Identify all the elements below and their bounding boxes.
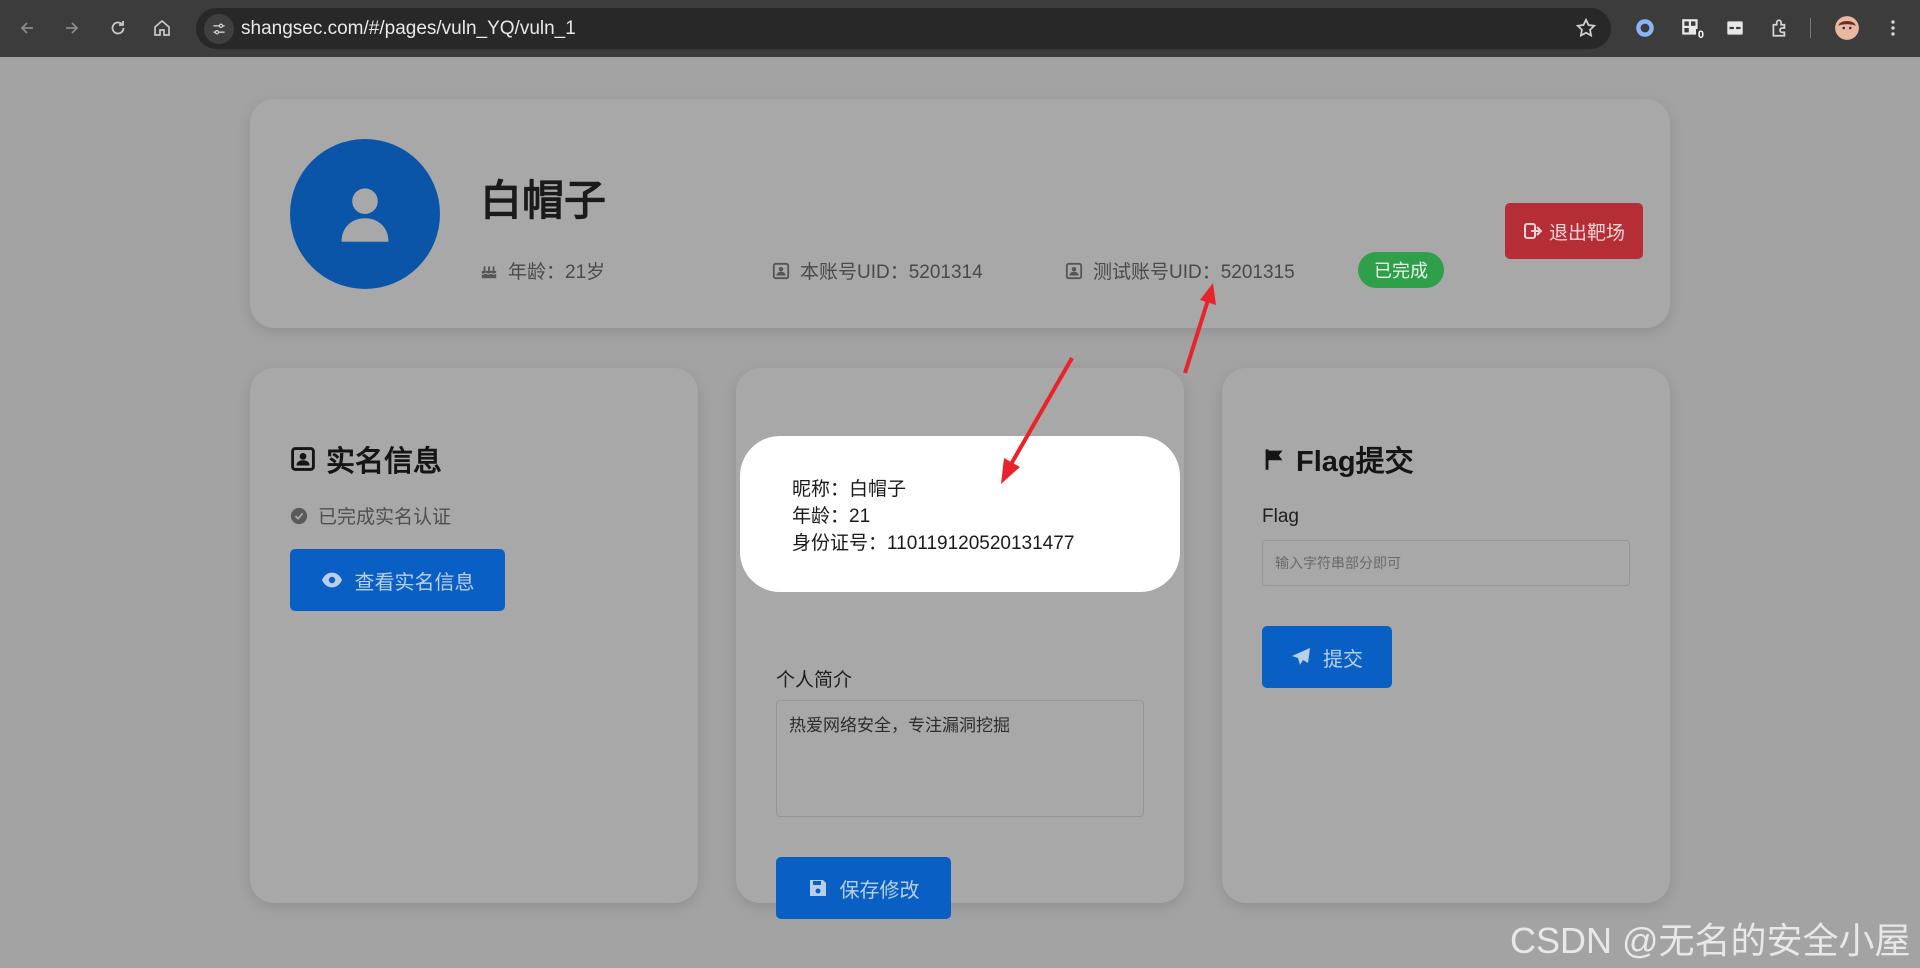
realname-title: 实名信息 <box>290 438 442 480</box>
back-icon[interactable] <box>12 13 42 43</box>
user-icon <box>341 188 389 242</box>
avatar <box>290 139 440 289</box>
extensions-puzzle-icon[interactable] <box>1765 13 1795 43</box>
profile-avatar-icon[interactable] <box>1832 13 1862 43</box>
toolbar-divider <box>1810 18 1811 38</box>
verified-status: 已完成实名认证 <box>290 502 451 529</box>
profile-name: 白帽子 <box>480 177 607 224</box>
profile-card: 白帽子 年龄：21岁 本账号UID：5201314 测试账号UID：520131… <box>250 99 1670 328</box>
bio-label: 个人简介 <box>776 670 853 691</box>
save-button[interactable]: 保存修改 <box>776 857 951 919</box>
check-circle-icon <box>290 507 308 524</box>
extension-qr-icon[interactable]: 0 <box>1676 13 1706 43</box>
exit-button[interactable]: 退出靶场 <box>1505 203 1643 259</box>
address-card-icon <box>291 447 315 471</box>
identity-popup: 昵称：白帽子 年龄：21 身份证号：110119120520131477 <box>740 436 1180 592</box>
verified-text: 已完成实名认证 <box>318 507 452 528</box>
view-realname-button[interactable]: 查看实名信息 <box>290 549 505 611</box>
address-bar[interactable]: shangsec.com/#/pages/vuln_YQ/vuln_1 <box>196 8 1611 49</box>
save-button-label: 保存修改 <box>839 879 920 902</box>
submit-button-label: 提交 <box>1323 648 1363 671</box>
extension-circle-icon[interactable] <box>1630 13 1660 43</box>
sign-out-icon <box>1523 223 1543 239</box>
url-text[interactable]: shangsec.com/#/pages/vuln_YQ/vuln_1 <box>241 18 576 40</box>
site-info-icon[interactable] <box>204 14 234 44</box>
save-icon <box>809 880 826 896</box>
paper-plane-icon <box>1292 648 1310 665</box>
test-uid-info: 测试账号UID：5201315 <box>1065 257 1295 284</box>
exit-button-label: 退出靶场 <box>1548 222 1625 244</box>
flag-input-placeholder: 输入字符串部分即可 <box>1275 555 1401 571</box>
id-card-icon <box>772 262 790 279</box>
realname-title-text: 实名信息 <box>326 446 443 478</box>
realname-card: 实名信息 已完成实名认证 查看实名信息 <box>250 368 698 903</box>
popup-nickname: 昵称：白帽子 <box>792 479 907 500</box>
bio-textarea[interactable]: 热爱网络安全，专注漏洞挖掘 <box>776 700 1144 817</box>
flag-field-label: Flag <box>1262 506 1299 527</box>
browser-menu-icon[interactable] <box>1878 13 1908 43</box>
flag-title-text: Flag提交 <box>1296 446 1414 478</box>
extension-badge: 0 <box>1695 29 1706 41</box>
flag-title: Flag提交 <box>1262 438 1414 480</box>
popup-age: 年龄：21 <box>792 506 871 527</box>
view-realname-label: 查看实名信息 <box>354 571 475 594</box>
age-text: 年龄：21岁 <box>508 262 606 283</box>
flag-card: Flag提交 Flag 输入字符串部分即可 提交 <box>1222 368 1670 903</box>
age-info: 年龄：21岁 <box>480 257 605 284</box>
watermark: CSDN @无名的安全小屋 <box>1510 920 1911 961</box>
popup-id-number: 身份证号：110119120520131477 <box>792 533 1075 554</box>
eye-icon <box>321 572 342 588</box>
status-badge: 已完成 <box>1358 252 1444 288</box>
account-uid-text: 本账号UID：5201314 <box>800 262 983 283</box>
flag-input[interactable]: 输入字符串部分即可 <box>1262 540 1630 586</box>
extension-spy-icon[interactable] <box>1720 13 1750 43</box>
id-card-icon <box>1065 262 1083 279</box>
browser-toolbar: shangsec.com/#/pages/vuln_YQ/vuln_1 0 <box>0 0 1920 57</box>
birthday-cake-icon <box>481 266 497 278</box>
home-icon[interactable] <box>147 13 177 43</box>
reload-icon[interactable] <box>103 13 133 43</box>
account-uid-info: 本账号UID：5201314 <box>772 257 983 284</box>
submit-button[interactable]: 提交 <box>1262 626 1392 688</box>
forward-icon[interactable] <box>57 13 87 43</box>
test-uid-text: 测试账号UID：5201315 <box>1093 262 1295 283</box>
flag-icon <box>1265 449 1283 470</box>
bookmark-star-icon[interactable] <box>1575 17 1597 44</box>
